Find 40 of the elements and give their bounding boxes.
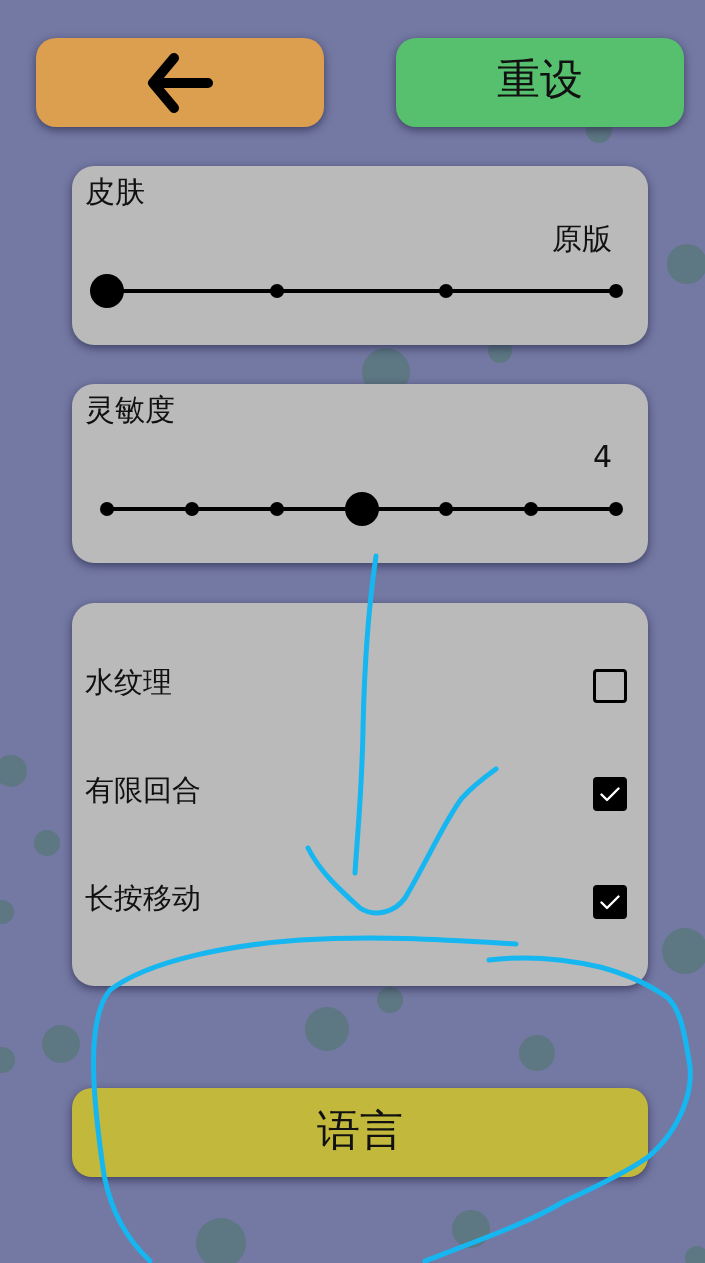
- language-button[interactable]: 语言: [72, 1088, 648, 1177]
- setting-title: 皮肤: [85, 175, 145, 209]
- checkmark-icon: [600, 786, 620, 802]
- slider-stop[interactable]: [269, 502, 284, 516]
- slider-stop[interactable]: [269, 284, 284, 298]
- background-bubble: [305, 1007, 349, 1051]
- background-bubble: [0, 900, 14, 924]
- toggle-label: 有限回合: [85, 773, 201, 807]
- background-bubble: [377, 987, 403, 1013]
- background-bubble: [452, 1210, 490, 1248]
- toggle-label: 水纹理: [85, 665, 172, 699]
- background-bubble: [34, 830, 60, 856]
- slider-stop[interactable]: [184, 502, 199, 516]
- background-bubble: [519, 1035, 555, 1071]
- slider-stop[interactable]: [100, 502, 114, 516]
- reset-button[interactable]: 重设: [396, 38, 684, 127]
- checkmark-icon: [600, 894, 620, 910]
- back-button[interactable]: [36, 38, 324, 127]
- setting-value: 4: [592, 440, 612, 474]
- toggle-label: 长按移动: [85, 881, 201, 915]
- back-arrow-icon: [147, 51, 213, 114]
- setting-title: 灵敏度: [85, 393, 175, 427]
- checkbox[interactable]: [593, 885, 627, 919]
- background-bubble: [662, 928, 705, 974]
- slider-stop[interactable]: [439, 284, 454, 298]
- background-bubble: [685, 1246, 705, 1263]
- checkbox[interactable]: [593, 669, 627, 703]
- slider-stop[interactable]: [524, 502, 539, 516]
- slider-thumb[interactable]: [90, 274, 124, 308]
- slider-stop[interactable]: [609, 284, 623, 298]
- slider-thumb[interactable]: [344, 492, 379, 526]
- slider-stop[interactable]: [609, 502, 623, 516]
- slider-stop[interactable]: [439, 502, 454, 516]
- background-bubble: [667, 244, 705, 284]
- background-bubble: [42, 1025, 80, 1063]
- background-bubble: [196, 1218, 246, 1263]
- background-bubble: [0, 755, 27, 787]
- setting-value: 原版: [552, 222, 612, 256]
- checkbox[interactable]: [593, 777, 627, 811]
- background-bubble: [0, 1047, 15, 1073]
